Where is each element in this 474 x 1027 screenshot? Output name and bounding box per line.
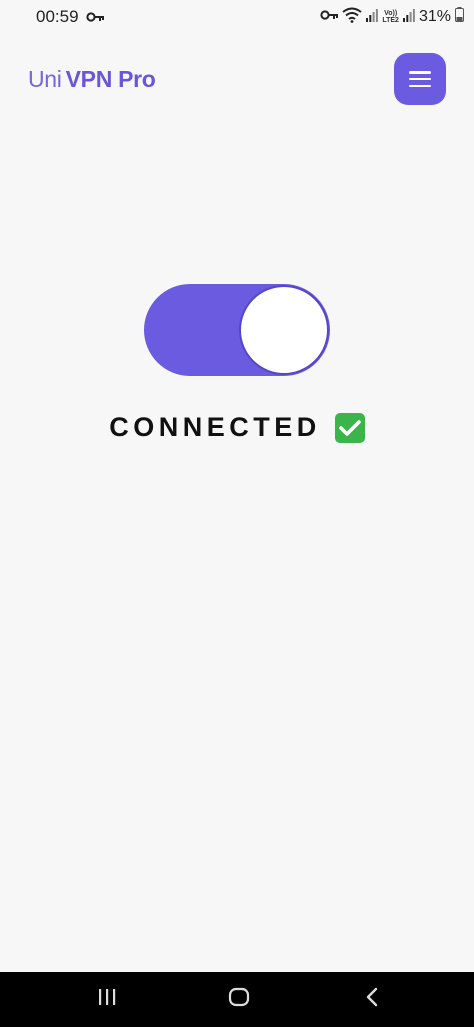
status-time: 00:59 [36,7,79,26]
wifi-icon [342,7,362,28]
home-button[interactable] [204,972,274,1027]
battery-icon [455,7,464,27]
back-icon [365,987,379,1012]
check-mark-icon [334,412,365,443]
brand-name: VPN Pro [65,66,156,92]
toggle-knob [239,285,329,375]
back-button[interactable] [337,972,407,1027]
signal-icon [402,8,415,27]
vpn-key-icon [86,10,104,28]
battery-percent: 31% [418,8,451,25]
network-type-label: Vo)) LTE2 [382,10,399,24]
system-nav-bar [0,972,474,1027]
home-icon [228,987,250,1012]
status-bar: 00:59 Vo)) LTE2 31% [0,0,474,34]
brand-prefix: Uni [28,66,62,92]
network-label-bottom: LTE2 [382,17,399,24]
status-icons: Vo)) LTE2 31% [320,6,464,28]
vpn-key-icon [320,8,339,26]
connection-status: CONNECTED [0,412,474,443]
recent-apps-button[interactable] [72,972,142,1027]
vpn-connection-toggle[interactable] [144,284,330,376]
recent-apps-icon [97,988,117,1011]
menu-button[interactable] [394,53,446,105]
connection-status-text: CONNECTED [109,412,321,442]
hamburger-menu-icon [409,71,431,87]
signal-icon [366,8,379,27]
network-label-top: Vo)) [384,10,398,17]
app-logo: Uni VPN Pro [28,66,156,93]
